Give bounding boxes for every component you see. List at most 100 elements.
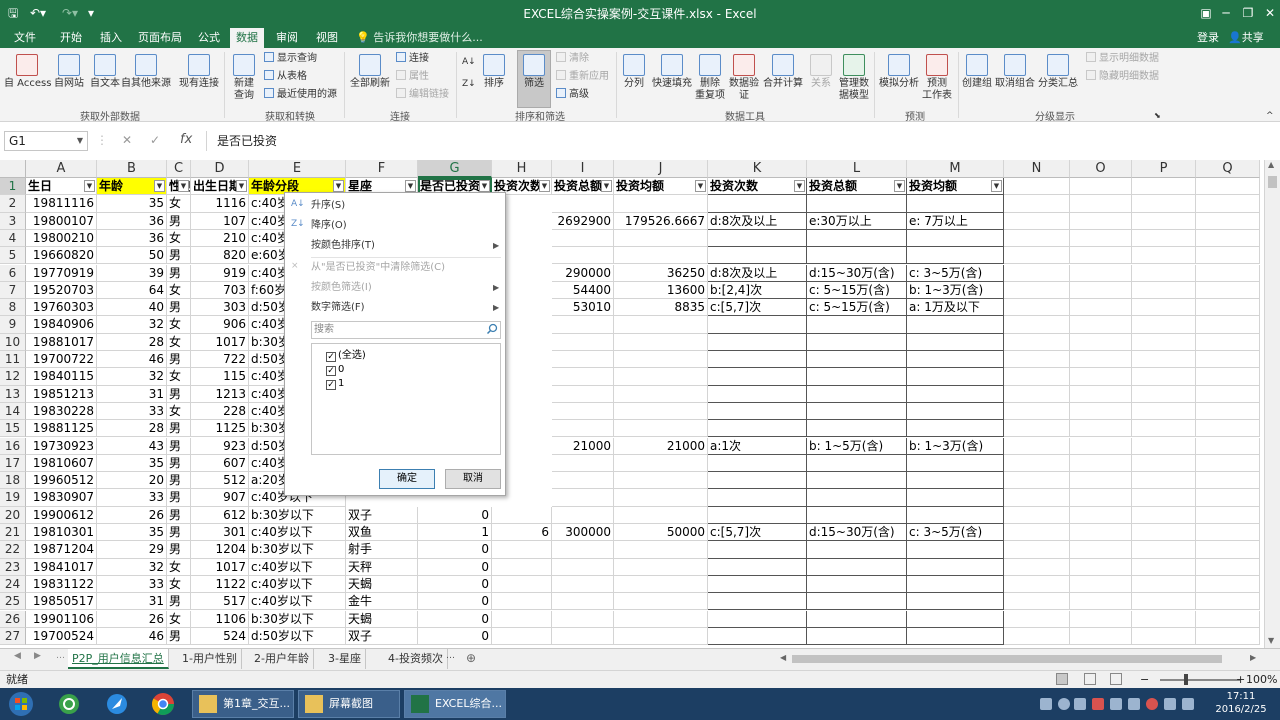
- cell[interactable]: [807, 489, 907, 507]
- column-header-d[interactable]: D: [191, 160, 249, 178]
- cell[interactable]: [708, 195, 807, 213]
- header-cell[interactable]: 投资次数 ▼: [708, 178, 807, 196]
- cell[interactable]: [614, 593, 708, 611]
- cell[interactable]: [708, 454, 807, 473]
- cell[interactable]: [1070, 299, 1132, 317]
- manage-data-model-button[interactable]: 管理数 据模型: [836, 54, 872, 102]
- tray-keyboard-icon[interactable]: [1040, 698, 1052, 710]
- cell[interactable]: [1132, 212, 1196, 230]
- tray-device-icon[interactable]: [1128, 698, 1140, 710]
- close-button[interactable]: ✕: [1258, 3, 1280, 23]
- row-header[interactable]: 13: [0, 385, 26, 403]
- cell[interactable]: [1004, 454, 1070, 473]
- cell[interactable]: 19840906: [26, 316, 97, 334]
- refresh-all-button[interactable]: 全部刷新: [348, 54, 392, 90]
- cell[interactable]: 19850517: [26, 593, 97, 611]
- filter-dropdown-icon[interactable]: ▼: [601, 180, 612, 192]
- cell[interactable]: [1196, 472, 1260, 490]
- minimize-button[interactable]: ─: [1214, 3, 1238, 23]
- cell[interactable]: 21000: [614, 437, 708, 455]
- sheet-tab-gender[interactable]: 1-用户性别: [178, 649, 242, 669]
- row-header[interactable]: 18: [0, 472, 26, 490]
- cell[interactable]: [1070, 437, 1132, 455]
- cell[interactable]: [1004, 402, 1070, 421]
- row-header[interactable]: 22: [0, 541, 26, 559]
- filter-button[interactable]: 筛选: [518, 54, 550, 90]
- cell[interactable]: [552, 420, 614, 438]
- row-header[interactable]: 19: [0, 489, 26, 507]
- cell[interactable]: [1070, 316, 1132, 334]
- cell[interactable]: b: 1~3万(含): [907, 281, 1004, 300]
- column-header-n[interactable]: N: [1004, 160, 1070, 178]
- cell[interactable]: c:[5,7]次: [708, 524, 807, 542]
- cell[interactable]: 1017: [191, 333, 249, 351]
- clear-filter-item[interactable]: 从"是否已投资"中清除筛选(C): [311, 261, 445, 275]
- cell[interactable]: [1070, 229, 1132, 248]
- cell[interactable]: [708, 402, 807, 421]
- cell[interactable]: [807, 610, 907, 628]
- cell[interactable]: 8835: [614, 299, 708, 317]
- cell[interactable]: 19770919: [26, 264, 97, 282]
- cell[interactable]: 19520703: [26, 281, 97, 300]
- checkbox-checked-icon[interactable]: ✓: [326, 366, 336, 376]
- app-refresh-icon[interactable]: [52, 690, 86, 718]
- from-table-button[interactable]: 从表格: [264, 70, 307, 83]
- cell[interactable]: [1132, 627, 1196, 646]
- filter-search-input[interactable]: 搜索: [311, 321, 501, 339]
- cell[interactable]: [614, 506, 708, 524]
- header-cell[interactable]: 投资总额 ▼: [552, 178, 614, 196]
- cell[interactable]: c: 5~15万(含): [807, 299, 907, 317]
- cell[interactable]: 36: [97, 212, 167, 230]
- cell[interactable]: [552, 454, 614, 473]
- cell[interactable]: 女: [167, 281, 191, 300]
- cell[interactable]: 115: [191, 368, 249, 386]
- connections-button[interactable]: 连接: [396, 52, 429, 65]
- cell[interactable]: [708, 368, 807, 386]
- cell[interactable]: b:30岁以下: [249, 541, 346, 559]
- header-cell[interactable]: 年龄 ▼: [97, 178, 167, 196]
- row-header[interactable]: 21: [0, 524, 26, 542]
- row-header[interactable]: 26: [0, 610, 26, 628]
- cell[interactable]: [1132, 402, 1196, 421]
- cell[interactable]: [1132, 316, 1196, 334]
- cell[interactable]: 303: [191, 299, 249, 317]
- cell[interactable]: 19800107: [26, 212, 97, 230]
- filter-item-0[interactable]: ✓ 0: [326, 364, 344, 376]
- consolidate-button[interactable]: 合并计算: [762, 54, 804, 90]
- cell[interactable]: 210: [191, 229, 249, 248]
- cell[interactable]: [1004, 195, 1070, 213]
- cell[interactable]: 男: [167, 385, 191, 403]
- cell[interactable]: [1132, 593, 1196, 611]
- ungroup-button[interactable]: 取消组合: [994, 54, 1036, 90]
- cell[interactable]: [492, 558, 552, 576]
- row-header[interactable]: 5: [0, 247, 26, 265]
- cell[interactable]: [708, 575, 807, 594]
- cell[interactable]: 1122: [191, 575, 249, 594]
- advanced-filter-button[interactable]: 高级: [556, 88, 589, 101]
- filter-dropdown-icon[interactable]: ▼: [695, 180, 706, 192]
- cell[interactable]: [1004, 212, 1070, 230]
- cell[interactable]: [552, 316, 614, 334]
- cell[interactable]: [492, 506, 552, 524]
- cell[interactable]: 女: [167, 195, 191, 213]
- row-header[interactable]: 24: [0, 575, 26, 594]
- data-validation-button[interactable]: 数据验 证: [728, 54, 760, 102]
- collapse-ribbon-icon[interactable]: ^: [1266, 110, 1274, 122]
- cell[interactable]: 19840115: [26, 368, 97, 386]
- hide-detail-button[interactable]: 隐藏明细数据: [1086, 70, 1159, 83]
- tray-battery-icon[interactable]: [1164, 698, 1176, 710]
- cell[interactable]: c:40岁以下: [249, 575, 346, 594]
- from-web-button[interactable]: 自网站: [52, 54, 86, 90]
- cell[interactable]: [708, 610, 807, 628]
- cell[interactable]: [1070, 195, 1132, 213]
- filter-dropdown-icon[interactable]: ▼: [991, 180, 1002, 192]
- cell[interactable]: [807, 402, 907, 421]
- row-header[interactable]: 10: [0, 333, 26, 351]
- cell[interactable]: 35: [97, 195, 167, 213]
- cell[interactable]: 43: [97, 437, 167, 455]
- cell[interactable]: 6: [492, 524, 552, 542]
- cell[interactable]: 35: [97, 524, 167, 542]
- cell[interactable]: [1132, 281, 1196, 300]
- cell[interactable]: [708, 351, 807, 369]
- tray-app-icon[interactable]: [1074, 698, 1086, 710]
